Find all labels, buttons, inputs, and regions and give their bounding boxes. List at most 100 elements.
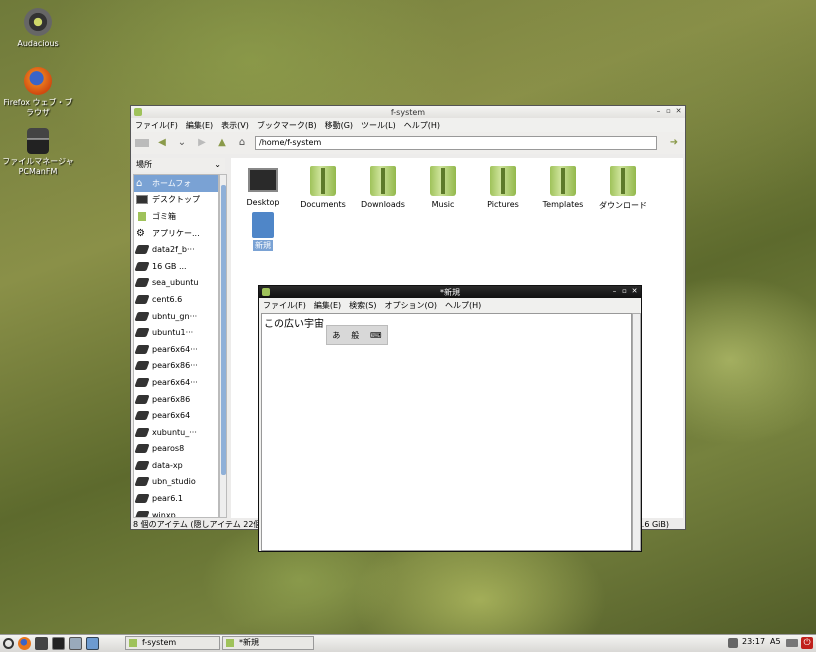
chevron-down-icon[interactable]: ⌄ <box>175 136 189 150</box>
sidebar-item-drive[interactable]: pear6x86 <box>134 391 218 408</box>
sidebar-item-drive[interactable]: winxp <box>134 507 218 517</box>
firefox-icon <box>24 67 52 95</box>
menu-tools[interactable]: ツール(L) <box>361 120 396 131</box>
start-menu-icon[interactable] <box>3 638 14 649</box>
desktop-icon-file-manager[interactable]: ファイルマネージャ PCManFM <box>0 128 76 177</box>
drive-icon <box>134 328 150 338</box>
file-manager-menubar: ファイル(F) 編集(E) 表示(V) ブックマーク(B) 移動(G) ツール(… <box>131 118 685 132</box>
scrollbar-thumb[interactable] <box>221 185 226 475</box>
file-item-label: 新規 <box>253 240 273 251</box>
desktop-icon-firefox[interactable]: Firefox ウェブ・ブラウザ <box>0 67 76 118</box>
sidebar-item-desktop[interactable]: デスクトップ <box>134 192 218 209</box>
go-arrow-icon[interactable]: ➜ <box>667 136 681 150</box>
new-tab-icon[interactable] <box>135 139 149 147</box>
file-item-desktop[interactable]: Desktop <box>233 162 293 207</box>
menu-bookmarks[interactable]: ブックマーク(B) <box>257 120 317 131</box>
menu-edit[interactable]: 編集(E) <box>314 300 341 311</box>
sidebar-item-drive[interactable]: ubn_studio <box>134 474 218 491</box>
drive-icon <box>134 377 150 387</box>
keyboard-icon[interactable] <box>786 639 798 647</box>
sidebar-item-label: pear6x64··· <box>152 377 198 387</box>
file-manager-icon[interactable] <box>35 637 48 650</box>
minimize-icon[interactable]: – <box>611 287 618 295</box>
sidebar-item-drive[interactable]: pear6.1 <box>134 490 218 507</box>
menu-file[interactable]: ファイル(F) <box>263 300 306 311</box>
power-icon[interactable]: ⏻ <box>801 637 813 649</box>
sidebar-places-dropdown[interactable]: 場所 ⌄ <box>133 158 225 172</box>
forward-arrow-icon[interactable]: ▶ <box>195 136 209 150</box>
menu-search[interactable]: 検索(S) <box>349 300 376 311</box>
sidebar-item-drive[interactable]: data2f_b··· <box>134 241 218 258</box>
drive-icon <box>134 245 150 255</box>
sidebar-item-drive[interactable]: 16 GB ... <box>134 258 218 275</box>
windows-icon[interactable] <box>69 637 82 650</box>
task-label: *新規 <box>239 638 259 647</box>
sidebar-item-drive[interactable]: ubntu_gn··· <box>134 308 218 325</box>
ime-conversion-mode[interactable]: 般 <box>351 330 359 341</box>
sidebar-item-drive[interactable]: pear6x64··· <box>134 341 218 358</box>
sidebar-item-drive[interactable]: cent6.6 <box>134 291 218 308</box>
show-desktop-icon[interactable] <box>86 637 99 650</box>
editor-titlebar[interactable]: *新規 – ▫ ✕ <box>259 286 641 298</box>
home-icon[interactable]: ⌂ <box>235 136 249 150</box>
sidebar-item-label: デスクトップ <box>152 195 200 205</box>
sidebar-item-label: pear6x86 <box>152 394 191 404</box>
taskbar-task-editor[interactable]: *新規 <box>222 636 314 650</box>
close-icon[interactable]: ✕ <box>675 107 682 115</box>
file-item-new[interactable]: 新規 <box>233 210 293 251</box>
network-icon[interactable] <box>728 638 738 648</box>
ime-indicator[interactable]: A5 <box>770 637 781 646</box>
sidebar-item-drive[interactable]: pearos8 <box>134 441 218 458</box>
app-icon <box>134 108 142 116</box>
close-icon[interactable]: ✕ <box>631 287 638 295</box>
editor-text-area[interactable]: この広い宇宙 あ 般 ⌨ <box>261 313 632 551</box>
sidebar-item-drive[interactable]: ubuntu1··· <box>134 324 218 341</box>
maximize-icon[interactable]: ▫ <box>665 107 672 115</box>
terminal-icon[interactable] <box>52 637 65 650</box>
text-editor-window: *新規 – ▫ ✕ ファイル(F) 編集(E) 検索(S) オプション(O) ヘ… <box>258 285 642 552</box>
maximize-icon[interactable]: ▫ <box>621 287 628 295</box>
desktop-icon-audacious[interactable]: Audacious <box>0 8 76 49</box>
ime-tool-icon[interactable]: ⌨ <box>370 331 382 340</box>
menu-go[interactable]: 移動(G) <box>325 120 353 131</box>
editor-scrollbar[interactable] <box>632 313 641 551</box>
task-label: f-system <box>142 638 177 647</box>
ime-candidate-toolbar[interactable]: あ 般 ⌨ <box>326 325 388 345</box>
address-bar[interactable]: /home/f-system <box>255 136 657 150</box>
menu-help[interactable]: ヘルプ(H) <box>445 300 481 311</box>
file-manager-titlebar[interactable]: f-system – ▫ ✕ <box>131 106 685 118</box>
menu-help[interactable]: ヘルプ(H) <box>404 120 440 131</box>
sidebar-item-drive[interactable]: pear6x86··· <box>134 358 218 375</box>
menu-view[interactable]: 表示(V) <box>221 120 249 131</box>
file-item-downloads[interactable]: Downloads <box>353 162 413 209</box>
sidebar-item-home[interactable]: ⌂ ホームフォ <box>134 175 218 192</box>
menu-edit[interactable]: 編集(E) <box>186 120 213 131</box>
sidebar-item-applications[interactable]: ⚙ アプリケー... <box>134 225 218 242</box>
clock[interactable]: 23:17 <box>742 637 765 646</box>
ime-hiragana-mode[interactable]: あ <box>332 330 340 341</box>
menu-file[interactable]: ファイル(F) <box>135 120 178 131</box>
file-item-documents[interactable]: Documents <box>293 162 353 209</box>
drive-icon <box>134 394 150 404</box>
file-item-templates[interactable]: Templates <box>533 162 593 209</box>
sidebar-item-drive[interactable]: pear6x64··· <box>134 374 218 391</box>
folder-icon <box>610 166 636 196</box>
file-item-pictures[interactable]: Pictures <box>473 162 533 209</box>
sidebar-item-drive[interactable]: xubuntu_··· <box>134 424 218 441</box>
sidebar-item-label: ubuntu1··· <box>152 328 194 338</box>
firefox-icon[interactable] <box>18 637 31 650</box>
sidebar-item-trash[interactable]: ゴミ箱 <box>134 208 218 225</box>
minimize-icon[interactable]: – <box>655 107 662 115</box>
sidebar-item-drive[interactable]: sea_ubuntu <box>134 275 218 292</box>
sidebar-scrollbar[interactable] <box>219 174 227 518</box>
drive-icon <box>134 311 150 321</box>
file-item-download-jp[interactable]: ダウンロード <box>593 162 653 211</box>
file-item-label: Documents <box>300 200 346 209</box>
sidebar-item-drive[interactable]: pear6x64 <box>134 407 218 424</box>
sidebar-item-drive[interactable]: data-xp <box>134 457 218 474</box>
taskbar-task-file-manager[interactable]: f-system <box>125 636 220 650</box>
up-arrow-icon[interactable]: ▲ <box>215 136 229 150</box>
file-item-music[interactable]: Music <box>413 162 473 209</box>
back-arrow-icon[interactable]: ◀ <box>155 136 169 150</box>
menu-options[interactable]: オプション(O) <box>384 300 437 311</box>
